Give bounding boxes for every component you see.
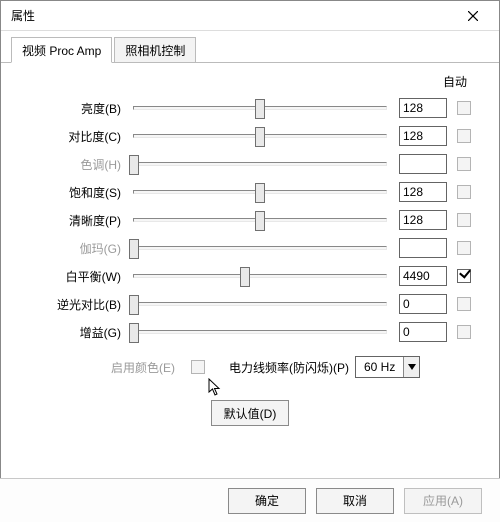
sharpness-value[interactable]: 128 [399, 210, 447, 230]
powerline-label: 电力线频率(防闪烁)(P) [229, 359, 349, 376]
auto-column-header: 自动 [29, 73, 471, 90]
tab-label: 照相机控制 [125, 44, 185, 58]
backlight-slider-thumb[interactable] [129, 295, 139, 315]
sharpness-label: 清晰度(P) [29, 212, 127, 229]
apply-button-label: 应用(A) [423, 492, 463, 509]
whitebal-value[interactable]: 4490 [399, 266, 447, 286]
ok-button[interactable]: 确定 [228, 488, 306, 514]
slider-row-whitebal: 白平衡(W) 4490 [29, 262, 471, 290]
hue-auto-checkbox [457, 157, 471, 171]
gain-value[interactable]: 0 [399, 322, 447, 342]
gamma-slider-thumb [129, 239, 139, 259]
contrast-auto-checkbox [457, 129, 471, 143]
defaults-button-label: 默认值(D) [224, 405, 277, 422]
defaults-button[interactable]: 默认值(D) [211, 400, 289, 426]
tab-label: 视频 Proc Amp [22, 44, 101, 58]
ok-button-label: 确定 [255, 492, 279, 509]
brightness-label: 亮度(B) [29, 100, 127, 117]
gain-label: 增益(G) [29, 324, 127, 341]
saturation-label: 饱和度(S) [29, 184, 127, 201]
saturation-value[interactable]: 128 [399, 182, 447, 202]
whitebal-auto-checkbox[interactable] [457, 269, 471, 283]
contrast-slider[interactable] [127, 123, 393, 149]
defaults-row: 默认值(D) [29, 400, 471, 426]
color-enable-label: 启用颜色(E) [29, 359, 181, 376]
tab-camera-control[interactable]: 照相机控制 [114, 37, 196, 62]
hue-slider-thumb [129, 155, 139, 175]
brightness-auto-checkbox [457, 101, 471, 115]
close-button[interactable] [455, 4, 491, 28]
whitebal-slider-thumb[interactable] [240, 267, 250, 287]
gain-slider-thumb[interactable] [129, 323, 139, 343]
color-and-freq-row: 启用颜色(E) 电力线频率(防闪烁)(P) 60 Hz [29, 352, 471, 382]
backlight-auto-checkbox [457, 297, 471, 311]
gamma-slider [127, 235, 393, 261]
whitebal-slider[interactable] [127, 263, 393, 289]
window-title: 属性 [11, 7, 35, 24]
sharpness-auto-checkbox [457, 213, 471, 227]
titlebar: 属性 [1, 1, 499, 31]
hue-value [399, 154, 447, 174]
contrast-label: 对比度(C) [29, 128, 127, 145]
tabstrip: 视频 Proc Amp 照相机控制 [1, 31, 499, 63]
gamma-auto-checkbox [457, 241, 471, 255]
sharpness-slider-thumb[interactable] [255, 211, 265, 231]
powerline-value: 60 Hz [356, 360, 403, 374]
slider-row-gain: 增益(G) 0 [29, 318, 471, 346]
sharpness-slider[interactable] [127, 207, 393, 233]
cancel-button-label: 取消 [343, 492, 367, 509]
contrast-value[interactable]: 128 [399, 126, 447, 146]
tab-video-proc-amp[interactable]: 视频 Proc Amp [11, 37, 112, 63]
dialog-footer: 确定 取消 应用(A) [0, 478, 500, 522]
backlight-slider[interactable] [127, 291, 393, 317]
slider-row-contrast: 对比度(C) 128 [29, 122, 471, 150]
cancel-button[interactable]: 取消 [316, 488, 394, 514]
slider-row-brightness: 亮度(B) 128 [29, 94, 471, 122]
saturation-slider[interactable] [127, 179, 393, 205]
whitebal-label: 白平衡(W) [29, 268, 127, 285]
brightness-slider[interactable] [127, 95, 393, 121]
apply-button[interactable]: 应用(A) [404, 488, 482, 514]
brightness-value[interactable]: 128 [399, 98, 447, 118]
slider-row-hue: 色调(H) [29, 150, 471, 178]
gain-slider[interactable] [127, 319, 393, 345]
hue-label: 色调(H) [29, 156, 127, 173]
hue-slider [127, 151, 393, 177]
powerline-combo[interactable]: 60 Hz [355, 356, 420, 378]
chevron-down-icon [403, 357, 419, 377]
close-icon [468, 11, 478, 21]
slider-row-sharpness: 清晰度(P) 128 [29, 206, 471, 234]
gamma-value [399, 238, 447, 258]
proc-amp-panel: 自动 亮度(B)128对比度(C)128色调(H)饱和度(S)128清晰度(P)… [1, 63, 499, 436]
slider-row-backlight: 逆光对比(B) 0 [29, 290, 471, 318]
brightness-slider-thumb[interactable] [255, 99, 265, 119]
saturation-slider-thumb[interactable] [255, 183, 265, 203]
slider-row-saturation: 饱和度(S) 128 [29, 178, 471, 206]
backlight-label: 逆光对比(B) [29, 296, 127, 313]
slider-row-gamma: 伽玛(G) [29, 234, 471, 262]
color-enable-checkbox [191, 360, 205, 374]
backlight-value[interactable]: 0 [399, 294, 447, 314]
saturation-auto-checkbox [457, 185, 471, 199]
gamma-label: 伽玛(G) [29, 240, 127, 257]
contrast-slider-thumb[interactable] [255, 127, 265, 147]
gain-auto-checkbox [457, 325, 471, 339]
